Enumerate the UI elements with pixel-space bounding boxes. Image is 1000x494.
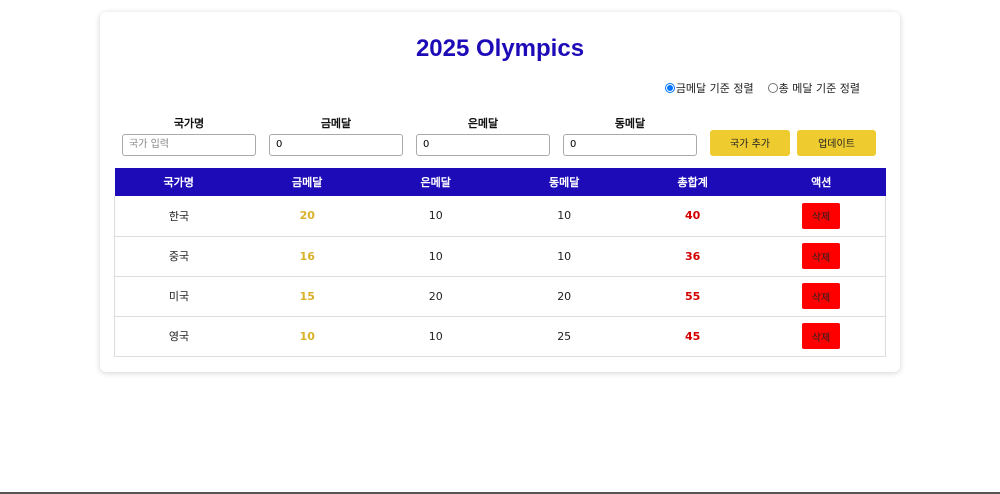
silver-label: 은메달 <box>467 117 499 130</box>
country-cell: 한국 <box>113 196 243 236</box>
sort-by-total-label: 총 메달 기준 정렬 <box>778 82 860 95</box>
table-row: 영국 10 10 25 45 삭제 <box>113 316 886 356</box>
silver-cell: 10 <box>428 249 443 263</box>
olympics-card: 2025 Olympics 금메달 기준 정렬 총 메달 기준 정렬 국가명 금… <box>100 12 900 372</box>
delete-button[interactable]: 삭제 <box>801 243 840 269</box>
table-header-row: 국가명 금메달 은메달 동메달 총합계 액션 <box>114 168 886 196</box>
sort-by-gold-option[interactable]: 금메달 기준 정렬 <box>664 80 754 96</box>
total-cell: 40 <box>685 209 701 223</box>
bronze-field-group: 동메달 <box>563 115 697 156</box>
gold-label: 금메달 <box>320 117 352 130</box>
sort-by-gold-radio[interactable] <box>664 83 675 93</box>
action-cell: 삭제 <box>756 236 886 276</box>
header-silver: 은메달 <box>420 176 451 189</box>
delete-button[interactable]: 삭제 <box>801 283 840 309</box>
table-row: 미국 15 20 20 55 삭제 <box>113 276 886 316</box>
delete-button[interactable]: 삭제 <box>801 323 840 349</box>
bronze-cell: 10 <box>557 249 572 263</box>
gold-cell: 15 <box>299 289 315 303</box>
medal-form: 국가명 금메달 은메달 동메달 국가 추가 업데이트 <box>122 115 876 156</box>
total-cell: 45 <box>685 329 701 343</box>
gold-input[interactable] <box>269 133 403 156</box>
country-cell: 미국 <box>113 276 243 316</box>
country-cell: 중국 <box>113 236 243 276</box>
action-cell: 삭제 <box>756 316 886 356</box>
sort-by-gold-label: 금메달 기준 정렬 <box>675 82 754 95</box>
bronze-cell: 10 <box>557 209 572 223</box>
gold-field-group: 금메달 <box>269 115 403 156</box>
bronze-cell: 25 <box>557 329 572 343</box>
bronze-label: 동메달 <box>614 117 646 130</box>
delete-button[interactable]: 삭제 <box>801 202 840 229</box>
header-gold: 금메달 <box>292 176 323 189</box>
gold-cell: 10 <box>299 329 315 343</box>
action-cell: 삭제 <box>756 196 886 236</box>
country-cell: 영국 <box>113 316 243 356</box>
silver-field-group: 은메달 <box>416 115 550 156</box>
header-country: 국가명 <box>163 176 194 189</box>
sort-by-total-radio[interactable] <box>767 83 778 93</box>
country-field-group: 국가명 <box>122 115 256 156</box>
silver-input[interactable] <box>416 133 550 156</box>
add-country-button[interactable]: 국가 추가 <box>710 129 790 156</box>
gold-cell: 16 <box>299 249 315 263</box>
gold-cell: 20 <box>299 209 315 223</box>
table-row: 중국 16 10 10 36 삭제 <box>113 236 886 276</box>
total-cell: 36 <box>685 249 701 263</box>
table-row: 한국 20 10 10 40 삭제 <box>113 196 886 236</box>
country-input[interactable] <box>122 133 256 156</box>
sort-by-total-option[interactable]: 총 메달 기준 정렬 <box>767 80 860 96</box>
page-title: 2025 Olympics <box>415 35 585 62</box>
silver-cell: 20 <box>428 289 443 303</box>
sort-options: 금메달 기준 정렬 총 메달 기준 정렬 <box>651 80 860 96</box>
update-button[interactable]: 업데이트 <box>797 129 876 156</box>
header-action: 액션 <box>811 176 832 189</box>
silver-cell: 10 <box>428 329 443 343</box>
country-label: 국가명 <box>173 117 205 130</box>
header-bronze: 동메달 <box>549 176 580 189</box>
medal-table: 국가명 금메달 은메달 동메달 총합계 액션 한국 20 10 10 40 삭제… <box>113 168 886 357</box>
total-cell: 55 <box>685 289 701 303</box>
bronze-input[interactable] <box>563 133 697 156</box>
bronze-cell: 20 <box>557 289 572 303</box>
header-total: 총합계 <box>677 176 708 189</box>
action-cell: 삭제 <box>756 276 886 316</box>
silver-cell: 10 <box>428 209 443 223</box>
